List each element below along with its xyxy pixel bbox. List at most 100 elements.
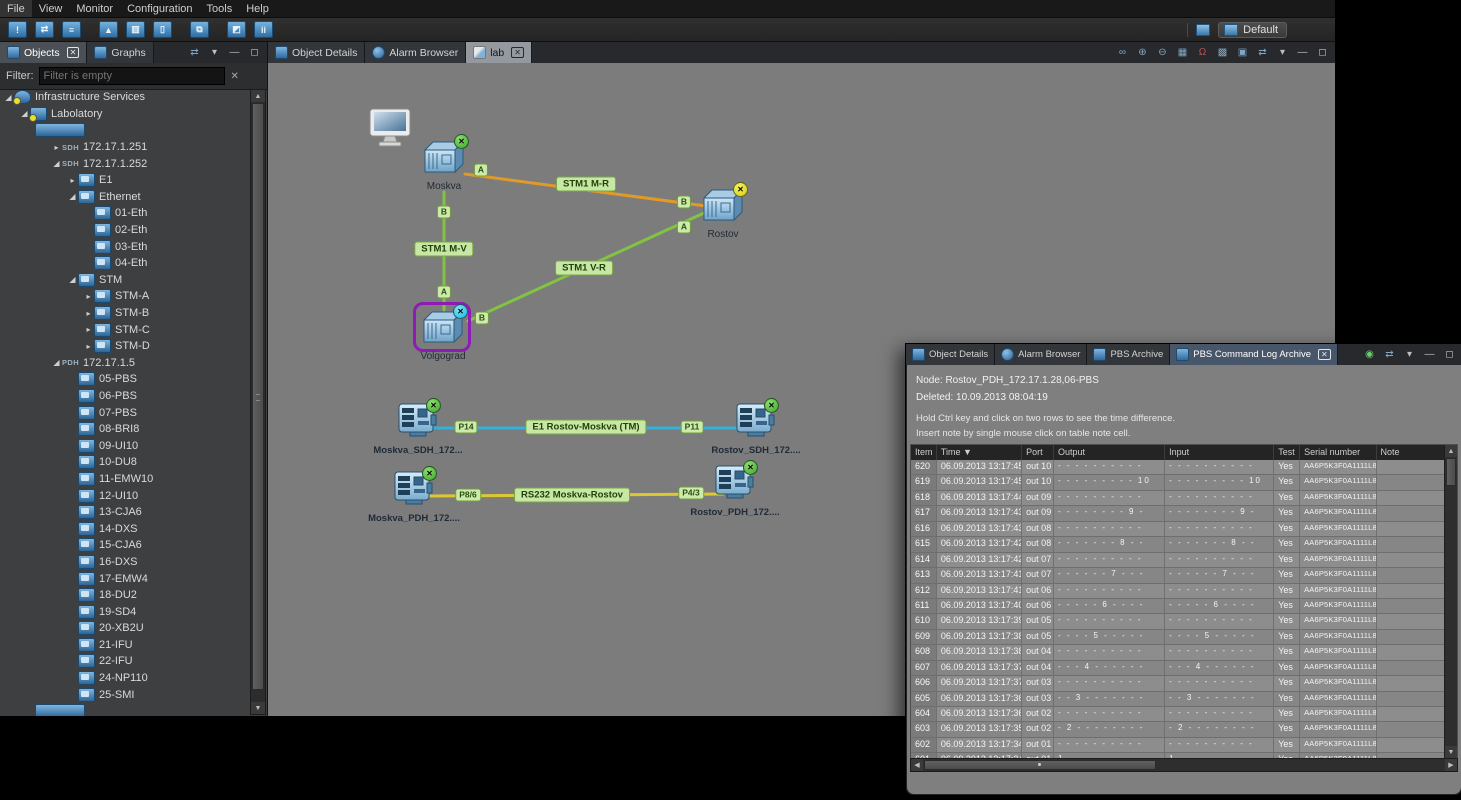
tree-item-172-17-1-251[interactable]: ▸SDH172.17.1.251 [0,139,251,156]
tree-item-172-17-1-5[interactable]: ◢PDH172.17.1.5 [0,355,251,372]
expander-icon[interactable]: ◢ [67,275,78,284]
cell-note[interactable] [1377,645,1445,659]
tree-item-17-emw4[interactable]: 17-EMW4 [0,570,251,587]
topology-node-moskva_sdh[interactable]: ✕Moskva_SDH_172... [394,403,442,456]
column-header-output[interactable]: Output [1054,445,1165,460]
zoom-in-icon[interactable]: ⊕ [1136,46,1149,59]
tree-item-11-emw10[interactable]: 11-EMW10 [0,471,251,488]
cell-note[interactable] [1377,692,1445,706]
tree-item-20-xb2u[interactable]: 20-XB2U [0,620,251,637]
magnet-icon[interactable]: Ω [1196,46,1209,59]
expander-icon[interactable]: ◢ [67,192,78,201]
table-row[interactable]: 62006.09.2013 13:17:45:880out 10- - - - … [911,460,1445,475]
topology-node-workstation[interactable] [366,108,414,155]
column-header-input[interactable]: Input [1165,445,1274,460]
main-tab-lab[interactable]: lab✕ [466,42,532,63]
tree-item-25-smi[interactable]: 25-SMI [0,686,251,703]
zoom-out-icon[interactable]: ⊖ [1156,46,1169,59]
table-scrollbar-thumb[interactable] [1446,458,1456,486]
expander-icon[interactable]: ◢ [51,159,62,168]
table-row[interactable]: 61506.09.2013 13:17:42:692out 08- - - - … [911,537,1445,552]
tree-item-stm-a[interactable]: ▸STM-A [0,288,251,305]
link-label-stm1-m-r[interactable]: STM1 M-R [556,177,616,192]
column-header-serial-number[interactable]: Serial number [1300,445,1376,460]
cell-note[interactable] [1377,568,1445,582]
scroll-down-icon[interactable]: ▼ [251,702,265,714]
table-row[interactable]: 60606.09.2013 13:17:37:333out 03- - - - … [911,676,1445,691]
users-icon[interactable]: ii [254,21,273,38]
tree-item-09-ui10[interactable]: 09-UI10 [0,437,251,454]
tree-item-24-np110[interactable]: 24-NP110 [0,670,251,687]
menu-item-file[interactable]: File [0,0,32,17]
topology-node-moskva[interactable]: ✕Moskva [420,139,468,192]
link-label-stm1-m-v[interactable]: STM1 M-V [414,242,473,257]
cell-note[interactable] [1377,661,1445,675]
pbs-tab-pbs-command-log-archive[interactable]: PBS Command Log Archive✕ [1170,344,1337,365]
cell-note[interactable] [1377,506,1445,520]
scroll-left-icon[interactable]: ◀ [911,759,923,771]
column-header-item[interactable]: Item [911,445,937,460]
tree-item-rostov[interactable]: ▸Rostov [0,703,251,716]
alarm-icon[interactable]: ! [8,21,27,38]
scroll-down-icon[interactable]: ▼ [1445,746,1457,758]
expander-icon[interactable]: ▸ [67,176,78,185]
link-icon[interactable]: ∞ [1116,46,1129,59]
tree-item-03-eth[interactable]: 03-Eth [0,238,251,255]
table-row[interactable]: 61306.09.2013 13:17:41:458out 07- - - - … [911,568,1445,583]
tree-item-06-pbs[interactable]: 06-PBS [0,388,251,405]
document-icon[interactable]: ▯ [153,21,172,38]
tree-item-14-dxs[interactable]: 14-DXS [0,520,251,537]
tree-item-22-ifu[interactable]: 22-IFU [0,653,251,670]
objects-tab-objects[interactable]: Objects✕ [0,42,87,63]
chart-document-icon[interactable]: ▥ [126,21,145,38]
expander-icon[interactable]: ▸ [51,143,62,152]
topology-node-volgograd[interactable]: ✕Volgograd [419,309,467,362]
menu-item-tools[interactable]: Tools [200,0,240,17]
table-horizontal-scrollbar[interactable]: ◀ ▶ [910,758,1458,772]
tree-item-infrastructure-services[interactable]: ◢Infrastructure Services [0,89,251,106]
expander-icon[interactable]: ▸ [83,325,94,334]
column-header-time[interactable]: Time ▼ [937,445,1022,460]
cell-note[interactable] [1377,676,1445,690]
menu-item-monitor[interactable]: Monitor [69,0,120,17]
tree-item-18-du2[interactable]: 18-DU2 [0,587,251,604]
refresh-icon[interactable]: ⇄ [1383,348,1396,361]
tree-item-15-cja6[interactable]: 15-CJA6 [0,537,251,554]
table-row[interactable]: 60506.09.2013 13:17:36:521out 03- - 3 - … [911,692,1445,707]
dropdown-caret-icon[interactable]: ▾ [208,46,221,59]
menu-item-help[interactable]: Help [239,0,276,17]
tree-item-ethernet[interactable]: ◢Ethernet [0,189,251,206]
tree-item-02-eth[interactable]: 02-Eth [0,222,251,239]
dropdown-caret-icon[interactable]: ▾ [1276,46,1289,59]
table-row[interactable]: 60206.09.2013 13:17:34:866out 01- - - - … [911,738,1445,753]
main-tab-alarm-browser[interactable]: Alarm Browser [365,42,466,63]
close-icon[interactable]: ✕ [1318,349,1331,360]
tree-item-moskva[interactable]: ◢Moskva [0,122,251,139]
h-scrollbar-thumb[interactable] [924,760,1156,770]
dropdown-caret-icon[interactable]: ▾ [1403,348,1416,361]
object-details-icon[interactable]: ≡ [62,21,81,38]
tree-item-labolatory[interactable]: ◢Labolatory [0,106,251,123]
minimize-icon[interactable]: — [1296,46,1309,59]
topology-node-moskva_pdh[interactable]: ✕Moskva_PDH_172.... [390,471,438,524]
cell-note[interactable] [1377,475,1445,489]
sync-panel-icon[interactable]: ⇄ [35,21,54,38]
menu-item-view[interactable]: View [32,0,70,17]
tree-item-08-bri8[interactable]: 08-BRI8 [0,421,251,438]
main-tab-object-details[interactable]: Object Details [268,42,365,63]
tree-item-stm-d[interactable]: ▸STM-D [0,338,251,355]
table-row[interactable]: 60406.09.2013 13:17:36:096out 02- - - - … [911,707,1445,722]
tree-item-21-ifu[interactable]: 21-IFU [0,637,251,654]
column-header-port[interactable]: Port [1022,445,1054,460]
tree-item-04-eth[interactable]: 04-Eth [0,255,251,272]
cell-note[interactable] [1377,584,1445,598]
maximize-icon[interactable]: ◻ [1316,46,1329,59]
cell-note[interactable] [1377,491,1445,505]
column-header-note[interactable]: Note [1377,445,1445,460]
tree-item-19-sd4[interactable]: 19-SD4 [0,603,251,620]
close-icon[interactable]: ✕ [511,47,524,58]
tree-scrollbar[interactable]: ▲ ▼ [250,89,266,715]
tree-item-12-ui10[interactable]: 12-UI10 [0,487,251,504]
table-row[interactable]: 61606.09.2013 13:17:43:508out 08- - - - … [911,522,1445,537]
column-header-test[interactable]: Test [1274,445,1300,460]
